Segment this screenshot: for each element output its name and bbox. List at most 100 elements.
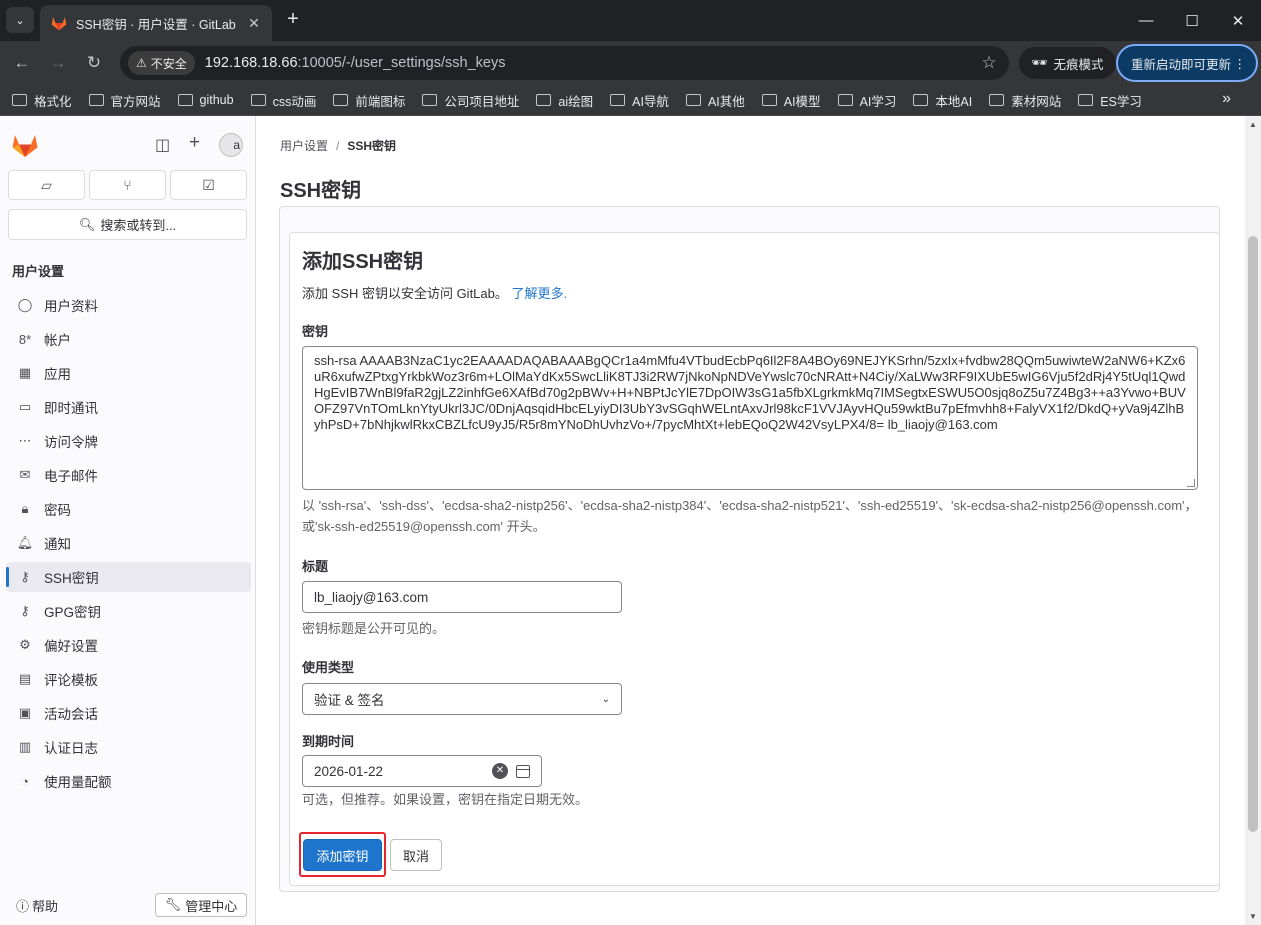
address-bar[interactable]: ⚠ 不安全 192.168.18.66:10005/-/user_setting… <box>120 46 1009 80</box>
reload-icon[interactable]: ↻ <box>82 51 106 75</box>
bookmark-item[interactable]: AI模型 <box>761 91 821 110</box>
folder-icon <box>177 94 193 106</box>
cancel-button[interactable]: 取消 <box>390 839 442 871</box>
sidebar-item[interactable]: ⚷ GPG密钥 <box>6 596 251 626</box>
tab-search-button[interactable]: ⌄ <box>6 7 34 33</box>
form-title: 添加SSH密钥 <box>302 251 424 273</box>
folder-icon <box>333 94 349 106</box>
sidebar-item-label: GPG密钥 <box>44 605 102 620</box>
tab-close-icon[interactable]: ✕ <box>246 15 262 32</box>
bookmark-item[interactable]: 公司项目地址 <box>422 91 519 110</box>
bookmark-item[interactable]: css动画 <box>250 91 316 110</box>
description-text: 添加 SSH 密钥以安全访问 GitLab。 <box>302 286 508 301</box>
sidebar-item[interactable]: ▤ 评论模板 <box>6 664 251 694</box>
sidebar-item[interactable]: ⚷ SSH密钥 <box>6 562 251 592</box>
folder-icon <box>422 94 438 106</box>
sidebar-item[interactable]: ◔ 使用量配额 <box>6 766 251 796</box>
calendar-icon[interactable] <box>516 764 530 778</box>
more-bookmarks-icon[interactable]: » <box>1222 90 1231 108</box>
bookmark-item[interactable]: AI导航 <box>610 91 669 110</box>
search-icon: 🔍︎ <box>78 216 96 232</box>
bookmark-item[interactable]: ES学习 <box>1078 91 1142 110</box>
incognito-indicator[interactable]: 🕶 无痕模式 <box>1019 47 1116 79</box>
insecure-label: 不安全 <box>150 56 187 71</box>
sidebar-item[interactable]: 8* 帐户 <box>6 324 251 354</box>
bookmark-item[interactable]: 格式化 <box>12 91 72 110</box>
sidebar-item-label: 帐户 <box>44 333 71 348</box>
folder-icon <box>610 94 626 106</box>
gitlab-logo-icon[interactable] <box>11 132 39 158</box>
clear-date-icon[interactable]: ✕ <box>492 763 508 779</box>
sidebar-item[interactable]: 🔔︎ 通知 <box>6 528 251 558</box>
bookmark-item[interactable]: AI学习 <box>837 91 896 110</box>
sidebar-item[interactable]: ⋯ 访问令牌 <box>6 426 251 456</box>
usage-type-select[interactable]: 验证 & 签名 ⌄ <box>302 683 622 715</box>
account-icon: 8* <box>18 331 32 347</box>
url-path: :10005/-/user_settings/ssh_keys <box>297 55 506 71</box>
create-new-icon[interactable]: + <box>189 132 200 154</box>
sidebar-item[interactable]: ▥ 认证日志 <box>6 732 251 762</box>
add-key-button[interactable]: 添加密钥 <box>303 839 382 871</box>
update-label: 重新启动即可更新 <box>1131 57 1232 72</box>
relaunch-update-button[interactable]: 重新启动即可更新 ⋮ <box>1116 44 1258 82</box>
search-button[interactable]: 🔍︎ 搜索或转到... <box>8 209 247 240</box>
folder-icon <box>88 94 104 106</box>
new-tab-icon[interactable]: + <box>282 8 304 31</box>
bookmark-item[interactable]: 素材网站 <box>989 91 1061 110</box>
avatar[interactable]: a <box>219 133 243 157</box>
page-scrollbar[interactable]: ▲ ▼ <box>1245 116 1261 925</box>
bookmark-item[interactable]: 前端图标 <box>333 91 405 110</box>
resize-handle[interactable] <box>1187 479 1195 487</box>
bookmark-item[interactable]: 官方网站 <box>88 91 161 110</box>
sidebar-item[interactable]: ✉ 电子邮件 <box>6 460 251 490</box>
breadcrumb-ssh-keys[interactable]: SSH密钥 <box>347 137 396 154</box>
minimize-icon[interactable]: — <box>1123 0 1169 41</box>
forward-icon[interactable]: → <box>46 51 70 75</box>
comment-icon: ▤ <box>18 671 32 686</box>
expiry-date-input[interactable]: 2026-01-22 ✕ <box>302 755 542 787</box>
sidebar-item[interactable]: ▭ 即时通讯 <box>6 392 251 422</box>
breadcrumb-user-settings[interactable]: 用户设置 <box>280 137 328 154</box>
key-textarea[interactable]: ssh-rsa AAAAB3NzaC1yc2EAAAADAQABAAABgQCr… <box>302 346 1198 490</box>
title-input[interactable]: lb_liaojy@163.com <box>302 581 622 613</box>
bookmark-label: 公司项目地址 <box>444 94 520 109</box>
browser-toolbar: ← → ↻ ⚠ 不安全 192.168.18.66:10005/-/user_s… <box>0 41 1261 85</box>
bookmark-item[interactable]: 本地AI <box>913 91 972 110</box>
bookmark-item[interactable]: AI其他 <box>685 91 745 110</box>
scrollbar-thumb[interactable] <box>1248 236 1258 832</box>
key-hint: 以 'ssh-rsa'、'ssh-dss'、'ecdsa-sha2-nistp2… <box>302 498 1198 534</box>
help-link[interactable]: ⓘ 帮助 <box>16 896 58 915</box>
browser-tab[interactable]: SSH密钥 · 用户设置 · GitLab ✕ <box>40 5 272 41</box>
merge-requests-icon[interactable]: ⑂ <box>89 170 166 200</box>
scroll-down-icon[interactable]: ▼ <box>1249 912 1257 921</box>
sidebar-item[interactable]: ◯ 用户资料 <box>6 290 251 320</box>
url-text[interactable]: 192.168.18.66:10005/-/user_settings/ssh_… <box>205 55 977 71</box>
more-menu-icon[interactable]: ⋮ <box>1234 56 1247 71</box>
bookmark-item[interactable]: ai绘图 <box>536 91 593 110</box>
sidebar-item[interactable]: 🔒︎ 密码 <box>6 494 251 524</box>
scroll-up-icon[interactable]: ▲ <box>1249 120 1257 129</box>
bookmarks-bar: 格式化 官方网站 github css动画 前端图标 公司项目地址 ai绘图 AI导航 AI其他… <box>0 85 1261 116</box>
admin-area-button[interactable]: 🔧︎ 管理中心 <box>155 893 247 917</box>
security-chip[interactable]: ⚠ 不安全 <box>128 51 195 75</box>
log-icon: ▥ <box>18 739 32 754</box>
learn-more-link[interactable]: 了解更多. <box>512 286 568 301</box>
sidebar-item[interactable]: ▣ 活动会话 <box>6 698 251 728</box>
tab-title: SSH密钥 · 用户设置 · GitLab <box>76 17 236 32</box>
bookmark-item[interactable]: github <box>177 93 234 107</box>
bookmark-label: ES学习 <box>1100 94 1142 109</box>
folder-icon <box>761 94 777 106</box>
sidebar-item[interactable]: ▦ 应用 <box>6 358 251 388</box>
close-window-icon[interactable]: ✕ <box>1215 0 1261 41</box>
expiry-value: 2026-01-22 <box>314 763 384 779</box>
sidebar-item[interactable]: ⚙ 偏好设置 <box>6 630 251 660</box>
usage-type-label: 使用类型 <box>302 660 355 675</box>
back-icon[interactable]: ← <box>10 51 34 75</box>
sidebar-item-label: 评论模板 <box>44 673 98 688</box>
bookmark-label: 素材网站 <box>1011 94 1062 109</box>
toggle-sidebar-icon[interactable]: ◫ <box>155 135 170 155</box>
maximize-icon[interactable]: ☐ <box>1169 0 1215 41</box>
issues-icon[interactable]: ▱ <box>8 170 85 200</box>
todo-icon[interactable]: ☑ <box>170 170 247 200</box>
bookmark-star-icon[interactable]: ☆ <box>977 53 1001 73</box>
